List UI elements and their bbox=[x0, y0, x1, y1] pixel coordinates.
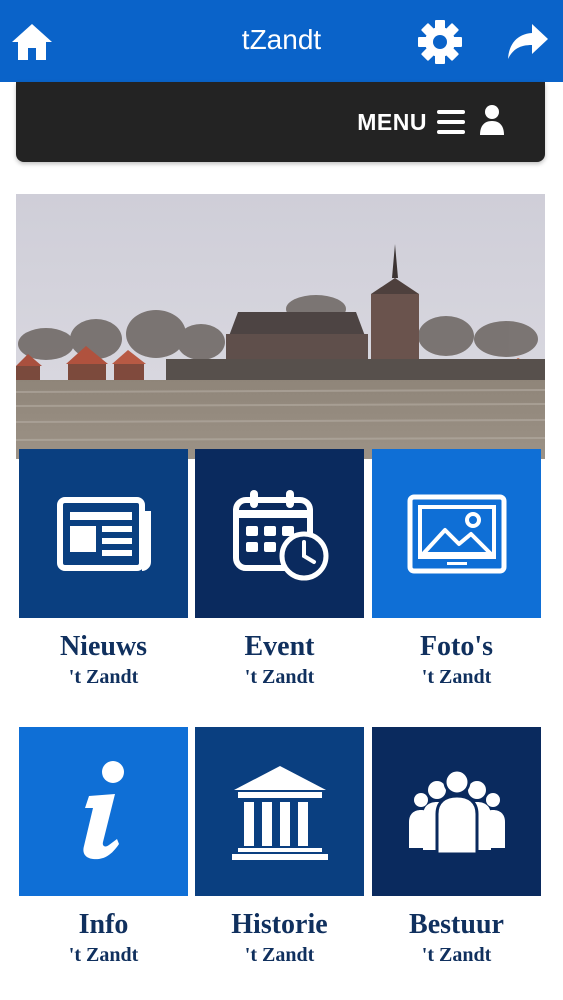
tile-title: Event bbox=[244, 631, 315, 662]
tile-subtitle: 't Zandt bbox=[421, 666, 492, 688]
people-icon bbox=[408, 769, 505, 854]
user-icon[interactable] bbox=[479, 104, 505, 136]
menu-button[interactable]: MENU bbox=[357, 106, 427, 138]
settings-button[interactable] bbox=[416, 18, 464, 66]
tile-label-nieuws: Nieuws 't Zandt bbox=[19, 630, 188, 690]
app-title: tZandt bbox=[241, 24, 322, 55]
tile-label-historie: Historie 't Zandt bbox=[195, 908, 364, 968]
share-button[interactable] bbox=[504, 18, 552, 66]
photo-icon bbox=[407, 494, 506, 573]
tile-label-fotos: Foto's 't Zandt bbox=[372, 630, 541, 690]
hero-image bbox=[16, 194, 545, 459]
menu-bar: MENU bbox=[16, 82, 545, 162]
tile-title: Foto's bbox=[419, 631, 494, 662]
tile-info[interactable] bbox=[19, 727, 188, 896]
tile-subtitle: 't Zandt bbox=[244, 666, 315, 688]
calendar-clock-icon bbox=[232, 489, 328, 580]
tile-fotos[interactable] bbox=[372, 449, 541, 618]
tile-title: Historie bbox=[231, 909, 328, 940]
tile-subtitle: 't Zandt bbox=[244, 944, 315, 966]
tile-nieuws[interactable] bbox=[19, 449, 188, 618]
tile-historie[interactable] bbox=[195, 727, 364, 896]
tile-subtitle: 't Zandt bbox=[68, 944, 139, 966]
tile-title: Nieuws bbox=[59, 631, 148, 662]
gear-icon bbox=[418, 20, 462, 64]
app-header: tZandt bbox=[0, 0, 563, 82]
tile-label-info: Info 't Zandt bbox=[19, 908, 188, 968]
tile-subtitle: 't Zandt bbox=[68, 666, 139, 688]
museum-icon bbox=[231, 765, 328, 860]
tile-bestuur[interactable] bbox=[372, 727, 541, 896]
tile-subtitle: 't Zandt bbox=[421, 944, 492, 966]
tile-label-event: Event 't Zandt bbox=[195, 630, 364, 690]
info-icon bbox=[82, 760, 124, 859]
tile-label-bestuur: Bestuur 't Zandt bbox=[372, 908, 541, 968]
menu-label: MENU bbox=[357, 108, 427, 135]
share-icon bbox=[508, 24, 548, 59]
tile-title: Info bbox=[78, 909, 129, 940]
village-church-photo bbox=[16, 194, 545, 459]
tile-title: Bestuur bbox=[409, 909, 504, 940]
tile-event[interactable] bbox=[195, 449, 364, 618]
newspaper-icon bbox=[56, 496, 151, 571]
hamburger-icon[interactable] bbox=[437, 108, 467, 136]
